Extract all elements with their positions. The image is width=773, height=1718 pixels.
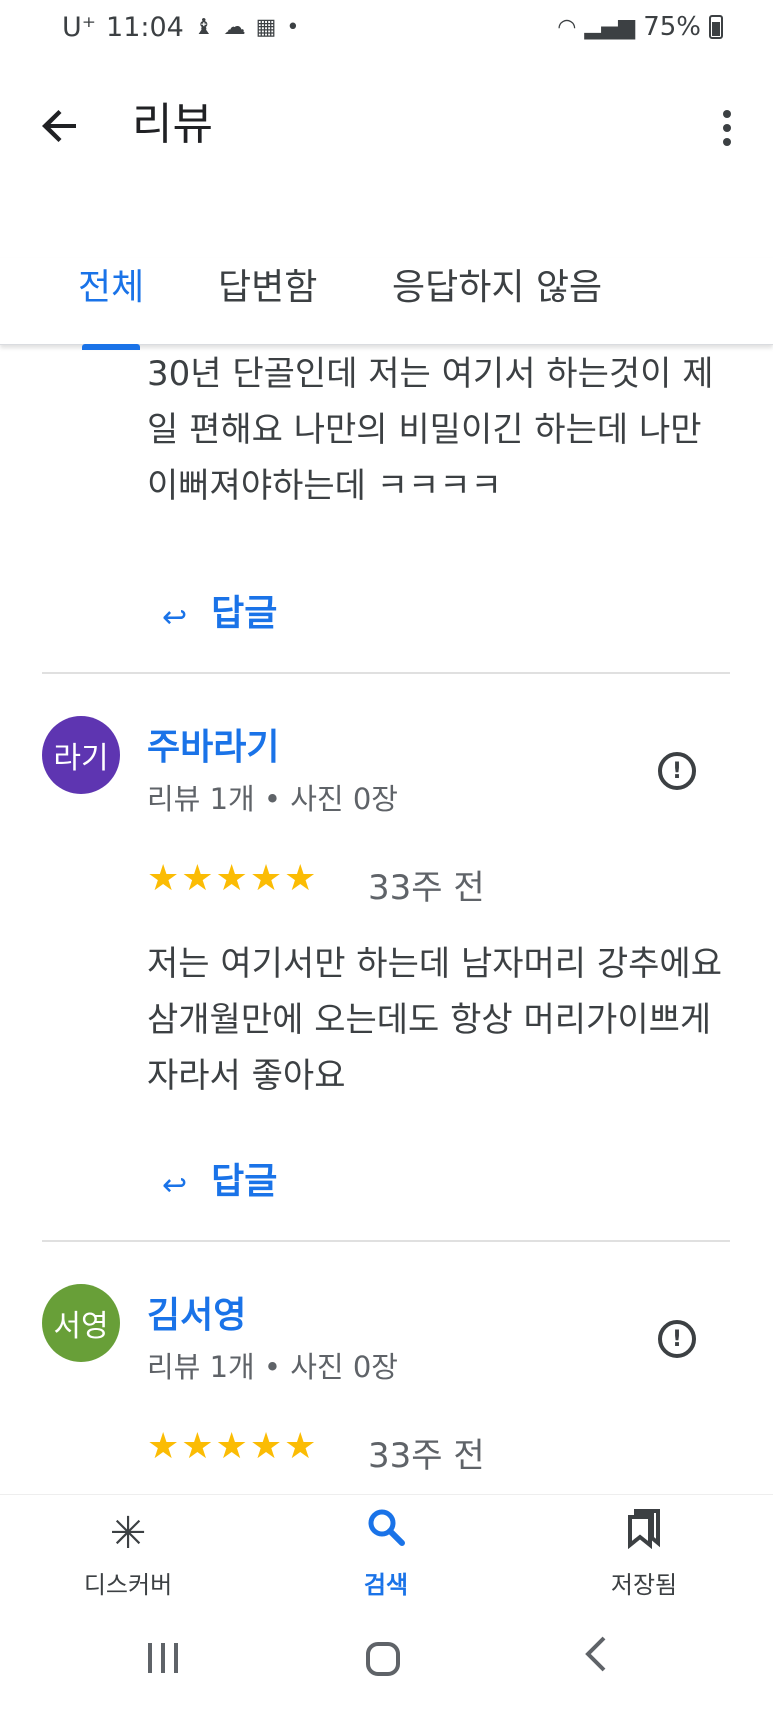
nav-search[interactable]: 검색	[296, 1505, 476, 1600]
reviewer-meta: 리뷰 1개 • 사진 0장	[147, 782, 398, 816]
asterisk-icon: ✳	[109, 1508, 147, 1559]
back-arrow-icon[interactable]	[36, 102, 84, 150]
tab-all[interactable]: 전체	[78, 258, 145, 350]
reviewer-name[interactable]: 김서영	[147, 1286, 246, 1338]
reply-label: 답글	[211, 593, 278, 634]
page-title: 리뷰	[132, 99, 213, 150]
system-navigation-bar	[0, 1606, 773, 1718]
tab-all-label: 전체	[78, 267, 145, 308]
star-rating: ★★★★★	[147, 1426, 319, 1467]
calendar-icon: ▦	[255, 15, 277, 40]
reply-label: 답글	[211, 1161, 278, 1202]
battery-percent: 75%	[643, 12, 701, 42]
reply-button[interactable]: ↩ 답글	[162, 1152, 277, 1204]
divider	[42, 1240, 730, 1242]
status-bar: U⁺ 11:04 ♝ ☁ ▦ • ◠ ▂▄▆ 75%	[0, 0, 773, 56]
review-list[interactable]: 30년 단골인데 저는 여기서 하는것이 제일 편해요 나만의 비밀이긴 하는데…	[0, 346, 773, 1494]
system-back-icon[interactable]	[584, 1634, 608, 1684]
status-time: 11:04	[106, 12, 184, 43]
wifi-icon: ◠	[557, 14, 577, 40]
reviewer-meta: 리뷰 1개 • 사진 0장	[147, 1350, 398, 1384]
cloud-icon: ☁	[223, 15, 246, 40]
tab-replied-label: 답변함	[218, 267, 318, 308]
tab-replied[interactable]: 답변함	[218, 258, 317, 310]
reply-icon: ↩	[162, 599, 188, 635]
reply-button[interactable]: ↩ 답글	[162, 584, 277, 636]
tab-unanswered[interactable]: 응답하지 않음	[392, 258, 602, 310]
bottom-navigation: ✳ 디스커버 검색 저장됨	[0, 1494, 773, 1607]
nav-saved[interactable]: 저장됨	[554, 1505, 734, 1600]
nav-discover[interactable]: ✳ 디스커버	[38, 1505, 218, 1600]
bookmarks-icon	[554, 1505, 734, 1563]
dot-icon: •	[286, 15, 300, 40]
star-rating: ★★★★★	[147, 858, 319, 899]
app-bar: 리뷰	[0, 64, 773, 184]
reply-icon: ↩	[162, 1167, 188, 1203]
reviewer-name[interactable]: 주바라기	[147, 718, 279, 770]
signal-icon: ▂▄▆	[584, 14, 636, 40]
active-tab-indicator	[82, 344, 141, 350]
notification-icon: ♝	[193, 15, 214, 40]
nav-discover-label: 디스커버	[83, 1571, 173, 1599]
avatar[interactable]: 서영	[42, 1284, 120, 1362]
report-icon[interactable]: !	[658, 752, 696, 790]
review-filter-tabs: 전체 답변함 응답하지 않음	[0, 258, 773, 350]
avatar-initials: 서영	[53, 1309, 109, 1344]
carrier-label: U⁺	[62, 12, 97, 43]
avatar[interactable]: 라기	[42, 716, 120, 794]
battery-icon	[709, 15, 723, 39]
divider	[42, 672, 730, 674]
review-text: 저는 여기서만 하는데 남자머리 강추에요삼개월만에 오는데도 항상 머리가이쁘…	[147, 944, 722, 1096]
review-age: 33주 전	[368, 868, 485, 908]
review-text: 30년 단골인데 저는 여기서 하는것이 제일 편해요 나만의 비밀이긴 하는데…	[147, 354, 714, 506]
status-left: U⁺ 11:04 ♝ ☁ ▦ •	[62, 12, 299, 43]
review-age: 33주 전	[368, 1436, 485, 1476]
nav-saved-label: 저장됨	[610, 1571, 678, 1599]
more-options-icon[interactable]	[717, 106, 737, 150]
nav-search-label: 검색	[363, 1571, 409, 1599]
report-icon[interactable]: !	[658, 1320, 696, 1358]
avatar-initials: 라기	[53, 741, 109, 776]
recent-apps-icon[interactable]	[148, 1642, 187, 1682]
tab-unanswered-label: 응답하지 않음	[392, 267, 603, 308]
search-icon	[296, 1505, 476, 1563]
status-right: ◠ ▂▄▆ 75%	[557, 12, 723, 42]
home-icon[interactable]	[366, 1642, 400, 1676]
